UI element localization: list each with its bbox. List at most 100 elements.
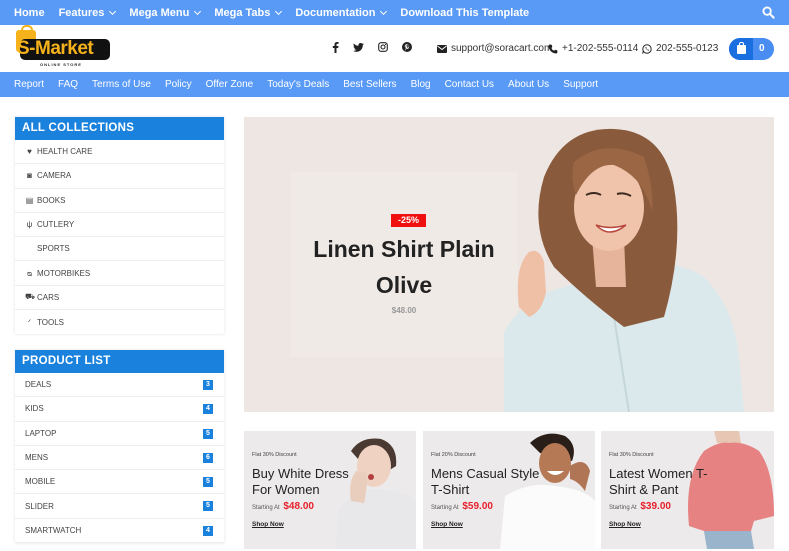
product-slider[interactable]: SLIDER 5: [15, 494, 224, 519]
panel-title: ALL COLLECTIONS: [15, 117, 224, 140]
whatsapp-icon: [642, 43, 652, 54]
cart-button[interactable]: 0: [729, 38, 774, 60]
whatsapp-text: 202-555-0123: [656, 43, 719, 54]
email-contact[interactable]: support@soracart.com: [437, 43, 552, 54]
collection-tools[interactable]: ᐟ TOOLS: [15, 310, 224, 334]
product-kids[interactable]: KIDS 4: [15, 397, 224, 422]
search-icon[interactable]: [762, 6, 775, 19]
subnav-support[interactable]: Support: [563, 79, 598, 90]
promo-discount: Flat 30% Discount: [252, 452, 297, 458]
phone-text: +1-202-555-0114: [562, 43, 639, 54]
nav-mega-tabs[interactable]: Mega Tabs: [214, 7, 283, 19]
nav-label: Home: [14, 6, 45, 19]
nav-label: Documentation: [295, 6, 376, 19]
shop-now-link[interactable]: Shop Now: [609, 521, 641, 528]
promo-price: $48.00: [283, 501, 314, 512]
subnav-todays-deals[interactable]: Today's Deals: [267, 79, 329, 90]
starting-label: Starting At: [252, 505, 280, 511]
promo-card[interactable]: Flat 30% Discount Latest Women T-Shirt &…: [601, 431, 774, 549]
count-badge: 6: [203, 452, 213, 463]
nav-documentation[interactable]: Documentation: [295, 6, 388, 19]
all-collections-panel: ALL COLLECTIONS ♥ HEALTH CARE ◙ CAMERA ▤ BO…: [15, 117, 224, 335]
shop-now-link[interactable]: Shop Now: [431, 521, 463, 528]
nav-home[interactable]: Home: [14, 7, 45, 19]
subnav-policy[interactable]: Policy: [165, 79, 192, 90]
nav-mega-menu[interactable]: Mega Menu: [129, 6, 202, 19]
starting-label: Starting At: [431, 505, 459, 511]
subnav-contact-us[interactable]: Contact Us: [445, 79, 494, 90]
car-icon: ⛟: [25, 292, 36, 302]
promo-price-line: Starting At $39.00: [609, 501, 671, 512]
shopping-bag-icon: [737, 42, 746, 54]
discount-badge: -25%: [391, 214, 426, 227]
collection-camera[interactable]: ◙ CAMERA: [15, 164, 224, 189]
product-smartwatch[interactable]: SMARTWATCH 4: [15, 519, 224, 544]
collection-health-care[interactable]: ♥ HEALTH CARE: [15, 140, 224, 165]
promo-title: Buy White Dress For Women: [252, 466, 349, 497]
promo-discount: Flat 30% Discount: [609, 452, 654, 458]
chevron-down-icon: [109, 7, 117, 15]
instagram-icon[interactable]: [378, 42, 388, 52]
subnav-about-us[interactable]: About Us: [508, 79, 549, 90]
nav-label: Features: [58, 6, 105, 19]
phone-contact[interactable]: +1-202-555-0114: [548, 43, 638, 54]
chevron-down-icon: [275, 7, 283, 15]
product-laptop[interactable]: LAPTOP 5: [15, 422, 224, 446]
collection-label: CUTLERY: [37, 220, 75, 230]
promo-card[interactable]: Flat 20% Discount Mens Casual Style T-Sh…: [423, 431, 595, 549]
product-mens[interactable]: MENS 6: [15, 446, 224, 471]
promo-card[interactable]: Flat 30% Discount Buy White Dress For Wo…: [244, 431, 416, 549]
collection-label: HEALTH CARE: [37, 147, 93, 157]
collection-label: BOOKS: [37, 195, 66, 205]
subnav-faq[interactable]: FAQ: [58, 79, 78, 90]
collection-books[interactable]: ▤ BOOKS: [15, 189, 224, 213]
promo-price-line: Starting At $59.00: [431, 501, 493, 512]
shop-now-link[interactable]: Shop Now: [252, 521, 284, 528]
promo-title: Latest Women T-Shirt & Pant: [609, 466, 708, 497]
nav-download-template[interactable]: Download This Template: [400, 7, 529, 19]
logo[interactable]: S-Market ONLINE STORE: [14, 25, 110, 68]
collection-motorbikes[interactable]: ᴓ MOTORBIKES: [15, 261, 224, 286]
secondary-navigation: Report FAQ Terms of Use Policy Offer Zon…: [0, 72, 789, 97]
site-header: S-Market ONLINE STORE support@soracart.c…: [0, 25, 789, 72]
product-mobile[interactable]: MOBILE 5: [15, 470, 224, 495]
email-text: support@soracart.com: [451, 43, 553, 54]
envelope-icon: [437, 44, 447, 53]
hero-slider[interactable]: -25% Linen Shirt Plain Olive $48.00: [244, 117, 774, 412]
product-deals[interactable]: DEALS 3: [15, 373, 224, 398]
phone-icon: [548, 44, 558, 54]
twitter-icon[interactable]: [353, 43, 364, 52]
collection-sports[interactable]: SPORTS: [15, 237, 224, 262]
pinterest-icon[interactable]: [402, 42, 412, 52]
collection-label: SPORTS: [37, 244, 70, 254]
nav-label: Download This Template: [400, 6, 530, 19]
count-badge: 3: [203, 380, 213, 390]
collection-label: TOOLS: [37, 317, 64, 327]
subnav-offer-zone[interactable]: Offer Zone: [206, 79, 254, 90]
nav-features[interactable]: Features: [58, 6, 117, 19]
product-label: MOBILE: [25, 477, 56, 487]
chevron-down-icon: [380, 7, 388, 15]
heartbeat-icon: ♥: [27, 147, 32, 157]
nav-label: Mega Menu: [129, 6, 190, 19]
count-badge: 5: [203, 428, 213, 439]
product-label: MENS: [25, 453, 49, 463]
collection-label: MOTORBIKES: [37, 268, 91, 278]
motorcycle-icon: ᴓ: [27, 268, 32, 278]
hero-model-image: [504, 128, 744, 412]
hero-title-line: Linen Shirt Plain: [313, 236, 495, 262]
hero-title: Linen Shirt Plain Olive: [290, 231, 518, 303]
hero-title-line: Olive: [375, 272, 433, 298]
subnav-blog[interactable]: Blog: [411, 79, 431, 90]
subnav-best-sellers[interactable]: Best Sellers: [343, 79, 396, 90]
product-label: KIDS: [25, 404, 44, 414]
product-list-panel: PRODUCT LIST DEALS 3 KIDS 4 LAPTOP 5 MENS 6 …: [15, 350, 224, 544]
whatsapp-contact[interactable]: 202-555-0123: [642, 43, 718, 54]
facebook-icon[interactable]: [332, 42, 339, 53]
hero-price: $48.00: [391, 306, 417, 315]
subnav-report[interactable]: Report: [14, 79, 44, 90]
collection-cars[interactable]: ⛟ CARS: [15, 286, 224, 311]
starting-label: Starting At: [609, 505, 637, 511]
collection-cutlery[interactable]: ψ CUTLERY: [15, 213, 224, 238]
subnav-terms[interactable]: Terms of Use: [92, 79, 151, 90]
